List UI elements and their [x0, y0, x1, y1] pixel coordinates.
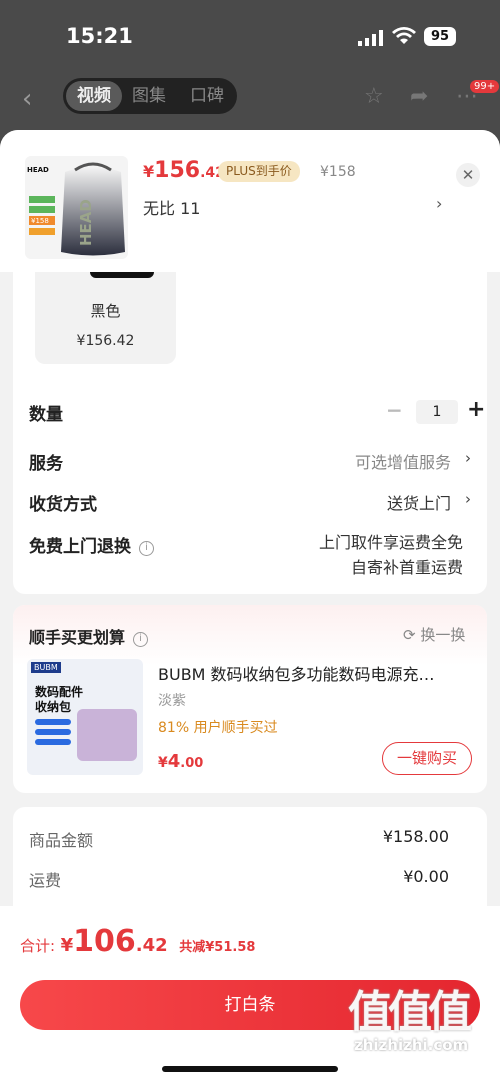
- site-watermark: 值值值 zhizhizhi.com: [348, 976, 493, 1066]
- addon-product-price: ¥4.00: [158, 751, 204, 772]
- addon-product-stat: 81% 用户顺手买过: [158, 720, 278, 736]
- quantity-label: 数量: [29, 405, 63, 425]
- watermark-logo: 值值值: [348, 987, 472, 1038]
- product-thumbnail[interactable]: HEAD ¥158 HEAD: [25, 156, 128, 259]
- battery-indicator: 95: [424, 27, 456, 46]
- shipping-row: 运费 ¥0.00: [29, 867, 449, 891]
- quantity-stepper: − 1 +: [386, 397, 486, 426]
- tab-video[interactable]: 视频: [66, 81, 122, 111]
- decrease-button[interactable]: −: [386, 398, 403, 422]
- goods-amount-label: 商品金额: [29, 831, 94, 850]
- selected-variant[interactable]: 无比 11: [143, 195, 200, 219]
- goods-amount-value: ¥158.00: [382, 827, 449, 846]
- goods-amount-row: 商品金额 ¥158.00: [29, 827, 449, 851]
- tab-gallery[interactable]: 图集: [132, 78, 166, 114]
- back-icon[interactable]: ‹: [22, 84, 32, 114]
- delivery-value: 送货上门: [386, 494, 451, 513]
- current-price: ¥156.42: [143, 158, 225, 183]
- color-swatch-black[interactable]: 黑色 ¥156.42: [35, 272, 176, 364]
- info-icon[interactable]: i: [139, 541, 154, 556]
- pouch-illustration: [77, 709, 137, 761]
- svg-text:¥158: ¥158: [31, 217, 49, 225]
- service-value: 可选增值服务: [354, 453, 451, 472]
- cellular-signal-icon: [358, 30, 383, 46]
- return-label: 免费上门退换: [29, 537, 131, 557]
- cart-count-badge: 99+: [470, 80, 500, 93]
- close-button[interactable]: ✕: [456, 163, 480, 187]
- sheet-header: HEAD ¥158 HEAD ¥156.42 PLUS到手价 ¥158 ✕ 无比…: [0, 130, 500, 272]
- chevron-right-icon: ›: [465, 490, 471, 508]
- info-icon[interactable]: i: [133, 632, 149, 647]
- return-row: 免费上门退换 i 上门取件享运费全免 自寄补首重运费: [29, 532, 471, 577]
- addon-product-title[interactable]: BUBM 数码收纳包多功能数码电源充…: [158, 661, 478, 685]
- chevron-right-icon[interactable]: ›: [436, 194, 442, 213]
- return-policy: 上门取件享运费全免 自寄补首重运费: [319, 530, 463, 580]
- refresh-button[interactable]: ⟳ 换一换: [403, 624, 465, 645]
- service-label: 服务: [29, 454, 63, 474]
- return-policy-line1: 上门取件享运费全免: [318, 533, 463, 552]
- addon-product-variant: 淡紫: [158, 693, 186, 709]
- swatch-image: [90, 272, 154, 278]
- service-row[interactable]: 服务 可选增值服务 ›: [29, 449, 471, 474]
- home-indicator: [162, 1066, 338, 1072]
- quantity-row: 数量 − 1 +: [29, 397, 485, 425]
- svg-text:HEAD: HEAD: [77, 199, 95, 246]
- media-tabs: 视频 图集 口碑: [63, 78, 237, 114]
- watermark-site: zhizhizhi.com: [354, 1036, 469, 1054]
- status-time: 15:21: [66, 24, 133, 48]
- return-policy-line2: 自寄补首重运费: [350, 558, 463, 577]
- chevron-right-icon: ›: [465, 449, 471, 467]
- refresh-icon: ⟳: [403, 626, 416, 644]
- addon-title: 顺手买更划算 i: [29, 624, 149, 648]
- plus-price-tag: PLUS到手价: [218, 161, 300, 182]
- delivery-label: 收货方式: [29, 495, 97, 515]
- addon-image-title: 数码配件 收纳包: [35, 685, 84, 714]
- favorite-star-icon[interactable]: ☆: [364, 84, 384, 109]
- swatch-name: 黑色: [90, 302, 121, 320]
- one-click-buy-button[interactable]: 一键购买: [382, 742, 472, 775]
- tab-reviews[interactable]: 口碑: [190, 78, 224, 114]
- shipping-label: 运费: [29, 871, 62, 890]
- addon-card: 顺手买更划算 i ⟳ 换一换 BUBM 数码配件 收纳包 BUBM 数码收纳包多功能…: [13, 605, 487, 793]
- shipping-value: ¥0.00: [403, 867, 449, 886]
- status-bar: 15:21 95: [0, 0, 500, 70]
- addon-image-brand: BUBM: [31, 662, 61, 673]
- background-nav: ‹ 视频 图集 口碑 ☆ ➦ ⋯: [0, 78, 500, 116]
- quantity-input[interactable]: 1: [416, 400, 458, 424]
- delivery-row[interactable]: 收货方式 送货上门 ›: [29, 490, 471, 515]
- swatch-price: ¥156.42: [76, 333, 135, 349]
- wifi-icon: [392, 27, 416, 44]
- share-icon[interactable]: ➦: [410, 84, 428, 109]
- increase-button[interactable]: +: [467, 397, 485, 422]
- total-price: 合计: ¥106.42 共减¥51.58: [20, 924, 256, 959]
- total-saved: 共减¥51.58: [179, 940, 256, 955]
- original-price: ¥158: [320, 164, 356, 180]
- options-card: 黑色 ¥156.42 数量 − 1 + 服务 可选增值服务 › 收货方式 送货上…: [13, 272, 487, 594]
- addon-product-image[interactable]: BUBM 数码配件 收纳包: [27, 659, 143, 775]
- brand-logo: HEAD: [27, 166, 49, 174]
- checkout-footer: 合计: ¥106.42 共减¥51.58 打白条 值值值 zhizhizhi.c…: [0, 906, 500, 1083]
